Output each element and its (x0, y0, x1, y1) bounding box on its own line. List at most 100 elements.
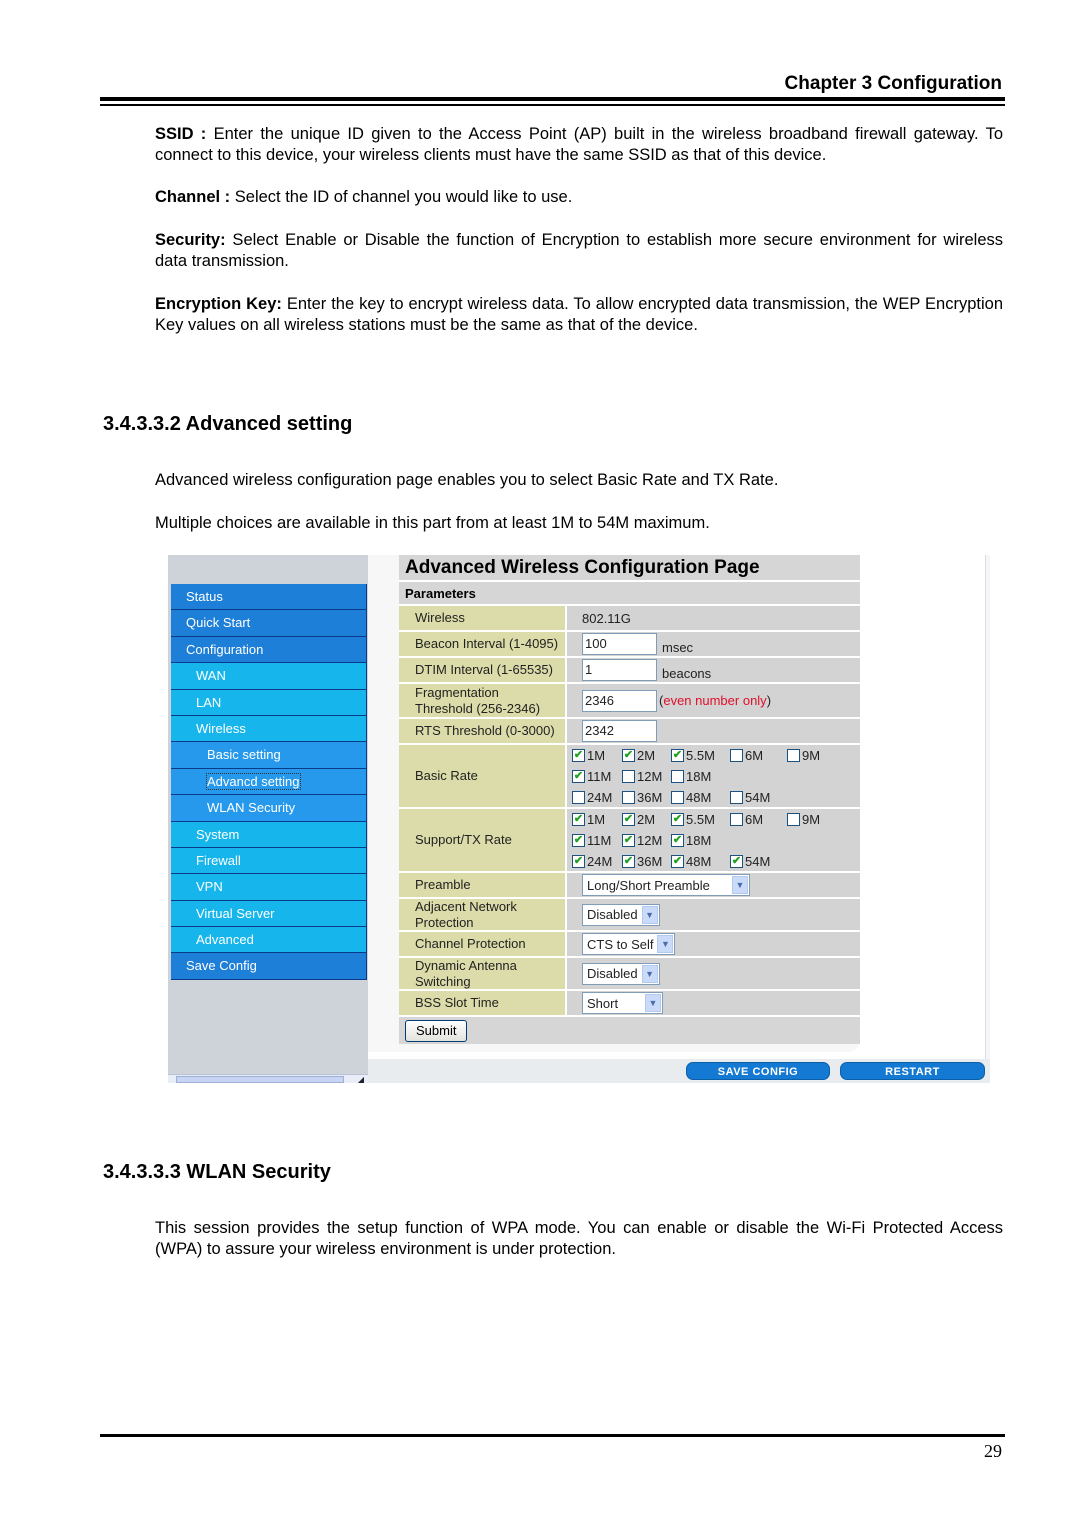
adjacent-network-select[interactable]: Disabled ▼ (582, 903, 660, 926)
channel-protection-select[interactable]: CTS to Self ▼ (582, 933, 676, 955)
rate-checkbox-18m[interactable]: 18M (671, 769, 726, 784)
rate-label: 11M (587, 768, 612, 784)
sidebar-item-status[interactable]: Status (171, 584, 367, 611)
chevron-down-icon[interactable]: ▼ (732, 876, 748, 894)
rate-checkbox-24m[interactable]: 24M (572, 790, 618, 805)
checkmark-icon[interactable]: ✔ (622, 748, 635, 762)
rate-label: 36M (637, 789, 663, 805)
checkmark-icon[interactable]: ✔ (671, 854, 684, 868)
rate-checkbox-11m[interactable]: ✔ 11M (572, 833, 618, 848)
checkmark-icon[interactable]: ✔ (572, 833, 585, 847)
footer-rule (100, 1434, 1005, 1437)
horizontal-scrollbar[interactable]: ◢ (168, 1074, 368, 1084)
checkmark-icon[interactable]: ✔ (671, 812, 684, 826)
submit-button[interactable]: Submit (405, 1019, 468, 1042)
rate-checkbox-1m[interactable]: ✔ 1M (572, 748, 618, 763)
preamble-select[interactable]: Long/Short Preamble ▼ (582, 874, 750, 896)
rate-checkbox-36m[interactable]: ✔ 36M (622, 854, 667, 869)
sidebar-item-advancd-setting[interactable]: Advancd setting (171, 768, 367, 796)
sidebar-item-firewall[interactable]: Firewall (171, 847, 367, 875)
rate-checkbox-2m[interactable]: ✔ 2M (622, 812, 667, 827)
checkmark-icon[interactable]: ✔ (622, 854, 635, 868)
fragmentation-input[interactable]: 2346 (582, 689, 657, 712)
checkmark-icon[interactable]: ✔ (622, 812, 635, 826)
description: Enter the unique ID given to the Access … (155, 125, 1003, 164)
wireless-value: 802.11G (567, 606, 860, 630)
chevron-down-icon[interactable]: ▼ (657, 935, 674, 953)
sidebar-item-lan[interactable]: LAN (171, 689, 367, 716)
row-fragmentation: Fragmentation Threshold (256-2346) 2346 (… (399, 684, 860, 719)
checkbox-icon[interactable] (787, 812, 800, 826)
rate-label: 54M (745, 853, 771, 869)
rate-label: 9M (802, 747, 821, 763)
chevron-down-icon[interactable]: ▼ (645, 994, 661, 1012)
vertical-scrollbar[interactable] (985, 555, 990, 1059)
sidebar-item-basic-setting[interactable]: Basic setting (171, 742, 367, 769)
channel-paragraph: Channel : Select the ID of channel you w… (155, 187, 1003, 208)
rate-checkbox-9m[interactable]: 9M (787, 748, 837, 763)
rate-checkbox-11m[interactable]: ✔ 11M (572, 769, 618, 784)
checkbox-icon[interactable] (622, 790, 635, 804)
rate-checkbox-2m[interactable]: ✔ 2M (622, 748, 667, 763)
rate-checkbox-12m[interactable]: 12M (622, 769, 667, 784)
sidebar-item-quick-start[interactable]: Quick Start (171, 610, 367, 637)
rate-checkbox-6m[interactable]: 6M (730, 812, 783, 827)
sidebar-item-wan[interactable]: WAN (171, 663, 367, 690)
label-line: Protection (415, 914, 474, 930)
sidebar-item-save-config[interactable]: Save Config (171, 953, 367, 980)
rate-checkbox-12m[interactable]: ✔ 12M (622, 833, 667, 848)
sidebar-item-wireless[interactable]: Wireless (171, 715, 367, 743)
checkmark-icon[interactable]: ✔ (671, 748, 684, 762)
rate-checkbox-18m[interactable]: ✔ 18M (671, 833, 726, 848)
sidebar-item-virtual-server[interactable]: Virtual Server (171, 900, 367, 928)
scrollbar-thumb[interactable] (176, 1076, 344, 1083)
dynamic-antenna-select[interactable]: Disabled ▼ (582, 962, 660, 985)
checkbox-icon[interactable] (730, 790, 743, 804)
checkbox-icon[interactable] (622, 769, 635, 783)
selected-value: Long/Short Preamble (587, 877, 710, 893)
rate-checkbox-36m[interactable]: 36M (622, 790, 667, 805)
preamble-cell: Long/Short Preamble ▼ (567, 873, 860, 897)
chevron-down-icon[interactable]: ▼ (641, 964, 658, 983)
checkbox-icon[interactable] (671, 790, 684, 804)
save-config-button[interactable]: SAVE CONFIG (686, 1062, 830, 1080)
checkmark-icon[interactable]: ✔ (671, 833, 684, 847)
rate-checkbox-6m[interactable]: 6M (730, 748, 783, 763)
rate-checkbox-1m[interactable]: ✔ 1M (572, 812, 618, 827)
checkbox-icon[interactable] (730, 748, 743, 762)
label-line: Threshold (256-2346) (415, 700, 541, 716)
rate-checkbox-48m[interactable]: ✔ 48M (671, 854, 726, 869)
checkbox-icon[interactable] (787, 748, 800, 762)
checkbox-icon[interactable] (671, 769, 684, 783)
checkmark-icon[interactable]: ✔ (572, 769, 585, 783)
chevron-down-icon[interactable]: ▼ (641, 905, 658, 924)
beacon-interval-input[interactable]: 100 (582, 633, 657, 655)
checkbox-icon[interactable] (572, 790, 585, 804)
rate-checkbox-24m[interactable]: ✔ 24M (572, 854, 618, 869)
dtim-interval-input[interactable]: 1 (582, 659, 657, 681)
sidebar-item-label: LAN (196, 694, 222, 710)
sidebar-item-wlan-security[interactable]: WLAN Security (171, 795, 367, 822)
checkbox-row: ✔ 1M ✔ 2M ✔ 5.5M 6M 9M (572, 811, 841, 828)
checkmark-icon[interactable]: ✔ (572, 854, 585, 868)
rate-checkbox-5-5m[interactable]: ✔ 5.5M (671, 748, 726, 763)
checkmark-icon[interactable]: ✔ (622, 833, 635, 847)
sidebar-nav: Status Quick Start Configuration WAN LAN Wire… (171, 584, 367, 980)
rate-checkbox-54m[interactable]: ✔ 54M (730, 854, 783, 869)
rate-checkbox-48m[interactable]: 48M (671, 790, 726, 805)
checkmark-icon[interactable]: ✔ (572, 812, 585, 826)
restart-button[interactable]: RESTART (840, 1062, 985, 1080)
sidebar-item-system[interactable]: System (171, 821, 367, 848)
sidebar-item-advanced[interactable]: Advanced (171, 927, 367, 954)
rts-threshold-input[interactable]: 2342 (582, 720, 657, 742)
checkbox-icon[interactable] (730, 812, 743, 826)
rate-checkbox-54m[interactable]: 54M (730, 790, 783, 805)
checkmark-icon[interactable]: ✔ (572, 748, 585, 762)
sidebar-item-vpn[interactable]: VPN (171, 874, 367, 901)
sidebar-item-configuration[interactable]: Configuration (171, 636, 367, 664)
rate-checkbox-5-5m[interactable]: ✔ 5.5M (671, 812, 726, 827)
scroll-right-arrow-icon[interactable]: ◢ (358, 1075, 364, 1084)
rate-checkbox-9m[interactable]: 9M (787, 812, 837, 827)
checkmark-icon[interactable]: ✔ (730, 854, 743, 868)
bss-slot-time-select[interactable]: Short ▼ (582, 992, 663, 1014)
